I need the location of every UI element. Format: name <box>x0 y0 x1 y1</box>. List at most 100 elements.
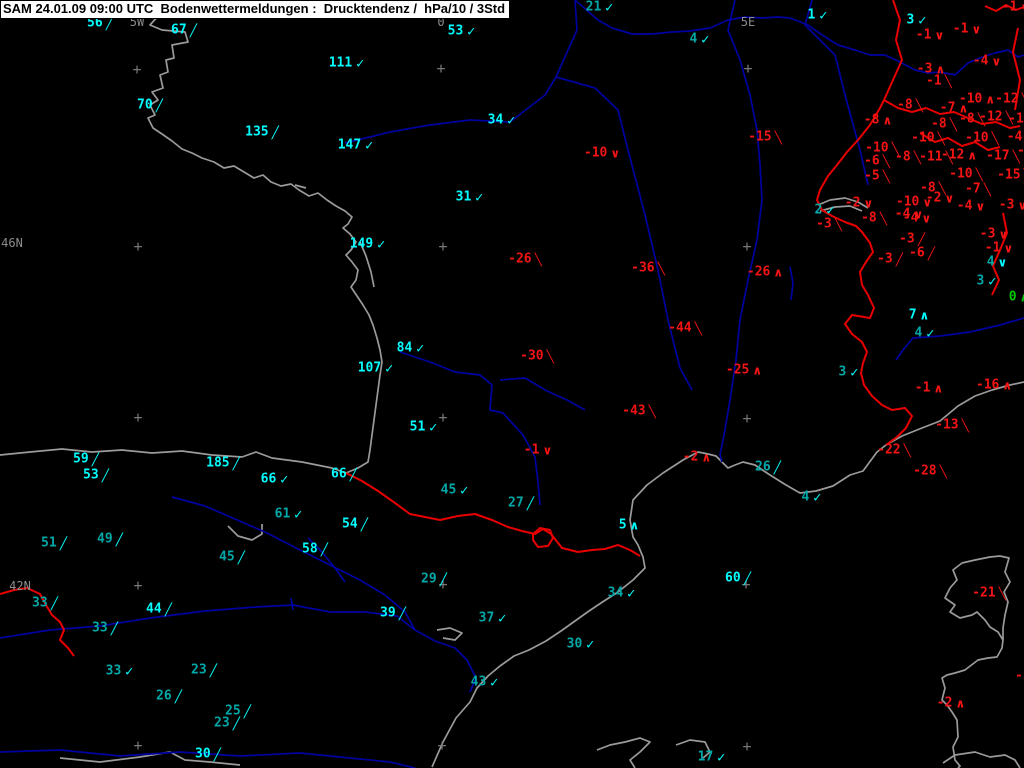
tendency-symbol-icon: ╲ <box>534 252 542 266</box>
river-line <box>290 597 294 611</box>
station-value: 3 <box>838 364 847 380</box>
station-value: -4 <box>902 210 919 226</box>
station-value: -5 <box>864 168 880 184</box>
station-value: 33 <box>105 663 122 679</box>
tendency-symbol-icon: ∨ <box>934 28 945 42</box>
station-value: 5 <box>618 517 627 533</box>
station-value: 49 <box>97 531 113 547</box>
coast-line <box>596 737 651 768</box>
tendency-symbol-icon: ╲ <box>998 586 1006 600</box>
station: 70 ╱ <box>137 99 163 112</box>
station-value: -30 <box>520 348 544 364</box>
station: -1∨ <box>985 242 1013 255</box>
station: -3 ∨ <box>980 228 1008 241</box>
station: -4∧ <box>1007 131 1024 144</box>
station-value: -8 <box>861 210 877 226</box>
tendency-symbol-icon: ✓ <box>812 490 823 504</box>
tendency-symbol-icon: ╱ <box>895 252 903 266</box>
station-value: -26 <box>508 251 532 267</box>
station-value: -2 <box>682 449 699 465</box>
tendency-symbol-icon: ╲ <box>937 131 945 145</box>
station: -3 ╱ <box>877 253 903 266</box>
tendency-symbol-icon: ∨ <box>1017 198 1024 212</box>
grid-cross: + <box>743 59 753 78</box>
station: -30 ╲ <box>520 350 554 363</box>
station: 111 ✓ <box>329 57 366 70</box>
grid-cross: + <box>132 60 142 79</box>
grid-cross: + <box>438 237 448 256</box>
station: 66 ✓ <box>261 473 290 486</box>
station: 43 ✓ <box>471 676 500 689</box>
station-value: -12 <box>995 91 1019 107</box>
station: -1∨ <box>524 444 552 457</box>
station-value: -26 <box>746 264 771 280</box>
station-value: -1 <box>984 240 1001 256</box>
station: -1∨ <box>1002 1 1024 14</box>
station: -4 ∨ <box>973 55 1001 68</box>
tendency-symbol-icon: ∧ <box>752 363 763 377</box>
station: -4 ∨ <box>957 200 985 213</box>
tendency-symbol-icon: ✓ <box>376 237 387 251</box>
station: 4 ✓ <box>802 491 823 504</box>
tendency-symbol-icon: ╲ <box>915 98 923 112</box>
tendency-symbol-icon: ✓ <box>716 750 727 764</box>
tendency-symbol-icon: ∧ <box>967 148 978 162</box>
station: 58 ╱ <box>302 543 328 556</box>
tendency-symbol-icon: ∨ <box>863 196 874 210</box>
station-value: -8 <box>897 97 913 113</box>
tendency-symbol-icon: ╲ <box>939 464 947 478</box>
station: 3 ✓ <box>839 366 860 379</box>
station: -26 ╲ <box>508 253 542 266</box>
station-value: 7 <box>908 307 917 323</box>
station-value: -2 <box>936 695 953 711</box>
station: -2 ∧ <box>683 451 711 464</box>
station: -16 ∧ <box>976 379 1012 392</box>
station: 17 ✓ <box>698 751 727 764</box>
tendency-symbol-icon: ╲ <box>991 131 999 145</box>
station-value: 44 <box>146 601 162 617</box>
station-value: 33 <box>92 620 108 636</box>
station: -10 ╲ <box>965 132 999 145</box>
station: -13 ╲ <box>935 419 969 432</box>
station: -6 ╱ <box>909 247 935 260</box>
tendency-symbol-icon: ∧ <box>1002 378 1013 392</box>
tendency-symbol-icon: ∨ <box>997 255 1008 269</box>
station-value: -7 <box>939 100 956 116</box>
station: 26 ╱ <box>156 690 182 703</box>
station: -8 ╲ <box>897 99 923 112</box>
station: 33 ✓ <box>106 665 135 678</box>
station-value: -10 <box>958 91 983 107</box>
tendency-symbol-icon: ╲ <box>882 169 890 183</box>
grid-cross: + <box>742 409 752 428</box>
station-value: -22 <box>877 442 901 458</box>
station-value: -17 <box>986 148 1010 164</box>
station: -25 ∧ <box>726 364 762 377</box>
station: 61 ✓ <box>275 508 304 521</box>
station-value: -3 <box>998 197 1015 213</box>
tendency-symbol-icon: ✓ <box>415 341 426 355</box>
station: 34 ✓ <box>488 114 517 127</box>
station-value: 51 <box>409 419 426 435</box>
station: -8 ╲ <box>895 151 921 164</box>
station: -3 ∨ <box>999 199 1024 212</box>
station-value: -10 <box>965 130 989 146</box>
station-value: -4 <box>956 198 973 214</box>
station-value: -13 <box>935 417 959 433</box>
tendency-symbol-icon: ╱ <box>320 542 328 556</box>
station: -2 ∧ <box>937 697 965 710</box>
station-value: 17 <box>697 749 714 765</box>
station: -3 ╱ <box>899 233 925 246</box>
tendency-symbol-icon: ∧ <box>985 92 996 106</box>
station-value: 26 <box>755 459 771 475</box>
tendency-symbol-icon: ╱ <box>164 602 172 616</box>
station: -22 ╲ <box>877 444 911 457</box>
station: 49 ╱ <box>97 533 123 546</box>
tendency-symbol-icon: ╲ <box>657 261 665 275</box>
station-value: 53 <box>447 23 464 39</box>
station: 53 ╱ <box>83 469 109 482</box>
tendency-symbol-icon: ╱ <box>155 98 163 112</box>
station-value: -11 <box>919 149 943 165</box>
station-value: 30 <box>566 636 583 652</box>
station-value: -12 <box>979 109 1003 125</box>
tendency-symbol-icon: ∧ <box>882 113 893 127</box>
